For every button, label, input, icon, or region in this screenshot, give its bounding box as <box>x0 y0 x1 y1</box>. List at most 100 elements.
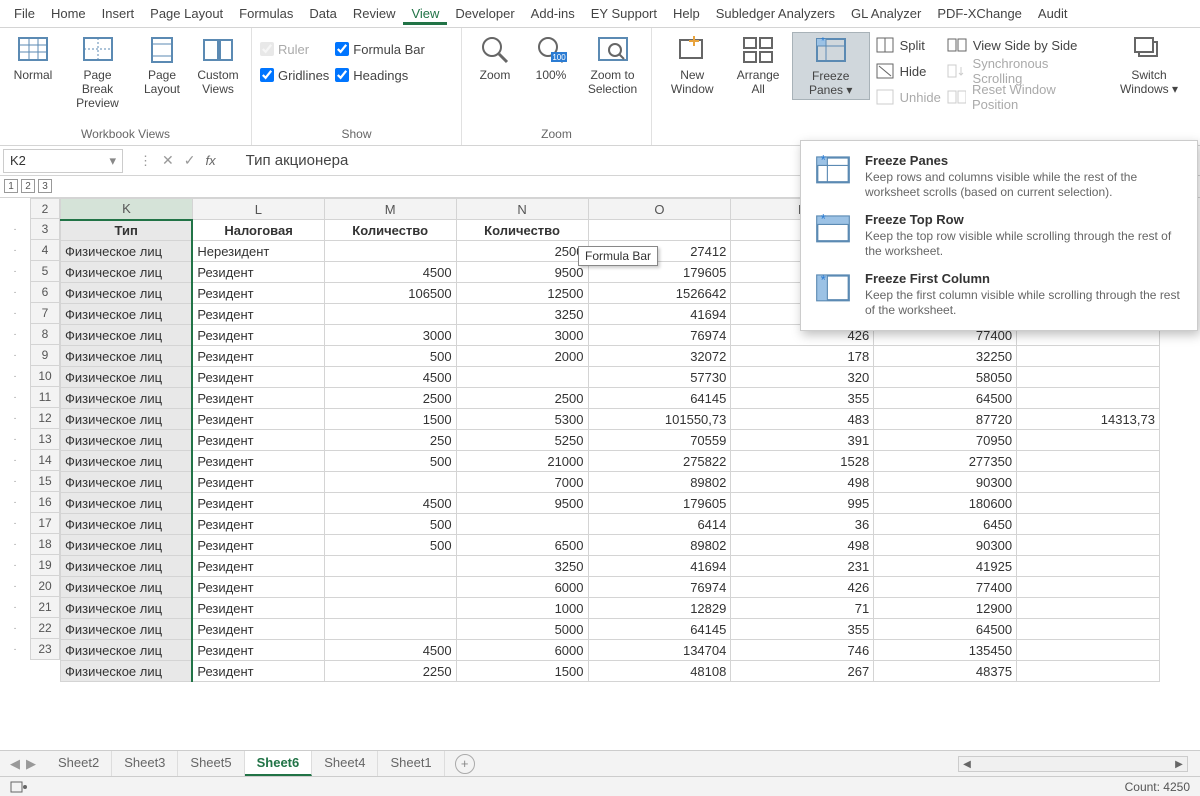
row-header[interactable]: 16 <box>30 492 60 513</box>
row-header[interactable]: 5 <box>30 261 60 282</box>
menu-pdf-xchange[interactable]: PDF-XChange <box>929 2 1030 25</box>
menu-insert[interactable]: Insert <box>94 2 143 25</box>
col-header-M[interactable]: M <box>324 199 456 220</box>
sheet-tab-sheet3[interactable]: Sheet3 <box>112 751 178 776</box>
row-header[interactable]: 6 <box>30 282 60 303</box>
outline-level-3[interactable]: 3 <box>38 179 52 193</box>
row-header[interactable]: 12 <box>30 408 60 429</box>
record-icon[interactable] <box>10 780 28 794</box>
switch-windows-button[interactable]: Switch Windows ▾ <box>1106 32 1192 98</box>
freeze-option-2[interactable]: *Freeze First ColumnKeep the first colum… <box>801 265 1197 324</box>
row-header[interactable]: 7 <box>30 303 60 324</box>
zoom-100-button[interactable]: 100 100% <box>526 32 576 84</box>
next-sheet-icon[interactable]: ▶ <box>26 756 36 772</box>
split-button[interactable]: Split <box>876 34 941 56</box>
table-row[interactable]: Физическое лицРезидент45005773032058050 <box>61 367 1160 388</box>
table-row[interactable]: Физическое лицРезидент500200032072178322… <box>61 346 1160 367</box>
table-row[interactable]: Физическое лицРезидент32504169423141925 <box>61 556 1160 577</box>
col-header-O[interactable]: O <box>588 199 731 220</box>
col-header-K[interactable]: K <box>61 199 193 220</box>
row-header[interactable]: 9 <box>30 345 60 366</box>
menu-formulas[interactable]: Formulas <box>231 2 301 25</box>
row-header[interactable]: 20 <box>30 576 60 597</box>
table-row[interactable]: Физическое лицРезидент500210002758221528… <box>61 451 1160 472</box>
menu-view[interactable]: View <box>403 2 447 25</box>
row-header[interactable]: 22 <box>30 618 60 639</box>
formula-bar-checkbox[interactable]: Formula Bar <box>335 38 425 60</box>
options-icon[interactable]: ⋮ <box>139 153 152 169</box>
side-by-side-button[interactable]: View Side by Side <box>947 34 1100 56</box>
sheet-tab-sheet4[interactable]: Sheet4 <box>312 751 378 776</box>
table-row[interactable]: Физическое лицРезидент450060001347047461… <box>61 640 1160 661</box>
zoom-button[interactable]: Zoom <box>470 32 520 84</box>
row-header[interactable]: 18 <box>30 534 60 555</box>
freeze-option-1[interactable]: *Freeze Top RowKeep the top row visible … <box>801 206 1197 265</box>
menu-home[interactable]: Home <box>43 2 94 25</box>
ruler-checkbox[interactable]: Ruler <box>260 38 329 60</box>
row-header[interactable]: 14 <box>30 450 60 471</box>
col-header-N[interactable]: N <box>456 199 588 220</box>
menu-help[interactable]: Help <box>665 2 708 25</box>
prev-sheet-icon[interactable]: ◀ <box>10 756 20 772</box>
menu-file[interactable]: File <box>6 2 43 25</box>
normal-view-button[interactable]: Normal <box>8 32 58 84</box>
row-header[interactable]: 4 <box>30 240 60 261</box>
table-row[interactable]: Физическое лицРезидент450095001796059951… <box>61 493 1160 514</box>
arrange-all-button[interactable]: Arrange All <box>730 32 785 98</box>
menu-subledger-analyzers[interactable]: Subledger Analyzers <box>708 2 843 25</box>
sheet-tab-sheet2[interactable]: Sheet2 <box>46 751 112 776</box>
outline-level-2[interactable]: 2 <box>21 179 35 193</box>
row-header[interactable]: 10 <box>30 366 60 387</box>
table-row[interactable]: Физическое лицРезидент70008980249890300 <box>61 472 1160 493</box>
menu-developer[interactable]: Developer <box>447 2 522 25</box>
scroll-right-icon[interactable]: ▶ <box>1171 757 1187 771</box>
sheet-tab-sheet5[interactable]: Sheet5 <box>178 751 244 776</box>
fx-icon[interactable]: fx <box>205 153 215 168</box>
freeze-panes-button[interactable]: * Freeze Panes ▾ <box>792 32 870 100</box>
scroll-left-icon[interactable]: ◀ <box>959 757 975 771</box>
name-box[interactable]: K2▾ <box>3 149 123 173</box>
row-header[interactable]: 17 <box>30 513 60 534</box>
table-row[interactable]: Физическое лицРезидент5006414366450 <box>61 514 1160 535</box>
table-row[interactable]: Физическое лицРезидент15005300101550,734… <box>61 409 1160 430</box>
row-header[interactable]: 15 <box>30 471 60 492</box>
horizontal-scrollbar[interactable]: ◀ ▶ <box>958 756 1188 772</box>
check-icon[interactable]: ✓ <box>184 152 196 169</box>
row-header[interactable]: 23 <box>30 639 60 660</box>
row-header[interactable]: 21 <box>30 597 60 618</box>
row-header[interactable]: 13 <box>30 429 60 450</box>
row-header[interactable]: 8 <box>30 324 60 345</box>
table-row[interactable]: Физическое лицРезидент500650089802498903… <box>61 535 1160 556</box>
cancel-icon[interactable]: ✕ <box>162 152 174 169</box>
freeze-option-0[interactable]: *Freeze PanesKeep rows and columns visib… <box>801 147 1197 206</box>
hide-button[interactable]: Hide <box>876 60 941 82</box>
row-header[interactable]: 19 <box>30 555 60 576</box>
gridlines-checkbox[interactable]: Gridlines <box>260 64 329 86</box>
menu-review[interactable]: Review <box>345 2 404 25</box>
menu-audit[interactable]: Audit <box>1030 2 1076 25</box>
row-header[interactable]: 11 <box>30 387 60 408</box>
menu-page-layout[interactable]: Page Layout <box>142 2 231 25</box>
formula-bar-input[interactable]: Тип акционера <box>246 152 349 169</box>
headings-checkbox[interactable]: Headings <box>335 64 425 86</box>
table-row[interactable]: Физическое лицРезидент250025006414535564… <box>61 388 1160 409</box>
table-row[interactable]: Физическое лицРезидент225015004810826748… <box>61 661 1160 682</box>
row-header[interactable]: 2 <box>30 198 60 219</box>
outline-level-1[interactable]: 1 <box>4 179 18 193</box>
table-row[interactable]: Физическое лицРезидент60007697442677400 <box>61 577 1160 598</box>
page-break-button[interactable]: Page Break Preview <box>64 32 131 112</box>
page-layout-button[interactable]: Page Layout <box>137 32 187 98</box>
table-row[interactable]: Физическое лицРезидент250525070559391709… <box>61 430 1160 451</box>
table-row[interactable]: Физическое лицРезидент1000128297112900 <box>61 598 1160 619</box>
zoom-selection-button[interactable]: Zoom to Selection <box>582 32 643 98</box>
menu-add-ins[interactable]: Add-ins <box>523 2 583 25</box>
add-sheet-button[interactable]: + <box>455 754 475 774</box>
custom-views-button[interactable]: Custom Views <box>193 32 243 98</box>
menu-data[interactable]: Data <box>301 2 344 25</box>
sheet-tab-sheet6[interactable]: Sheet6 <box>245 751 313 776</box>
col-header-L[interactable]: L <box>192 199 324 220</box>
menu-ey-support[interactable]: EY Support <box>583 2 665 25</box>
new-window-button[interactable]: New Window <box>660 32 724 98</box>
table-row[interactable]: Физическое лицРезидент50006414535564500 <box>61 619 1160 640</box>
menu-gl-analyzer[interactable]: GL Analyzer <box>843 2 929 25</box>
